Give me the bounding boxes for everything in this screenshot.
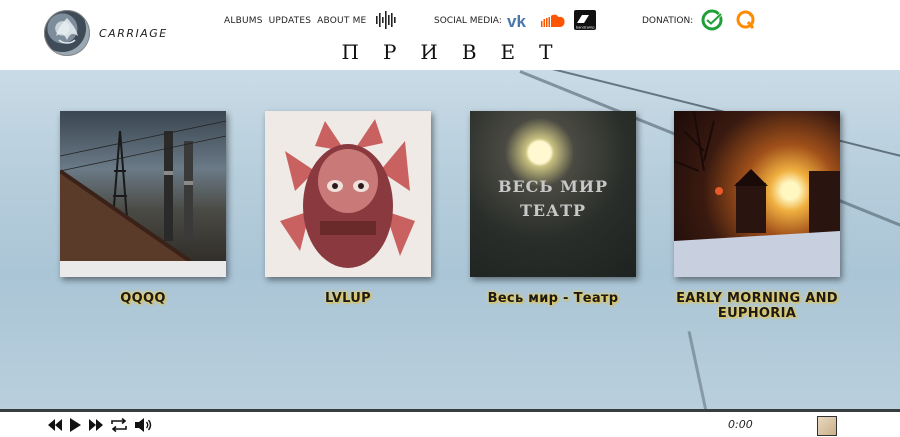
albums-section: QQQQ LVLUP ВЕСЬ МИР ТЕАТР Весь мир - Теа… bbox=[0, 70, 900, 410]
album-title[interactable]: QQQQ bbox=[60, 291, 226, 306]
nav-updates[interactable]: UPDATES bbox=[269, 16, 312, 26]
album-cover-art bbox=[674, 111, 840, 277]
album-title[interactable]: Весь мир - Театр bbox=[470, 291, 636, 306]
audio-player: 0:00 bbox=[0, 409, 900, 437]
qiwi-icon[interactable] bbox=[735, 9, 757, 31]
greeting-title: ПРИВЕТ bbox=[341, 40, 577, 64]
playback-time: 0:00 bbox=[728, 418, 753, 431]
background-wire bbox=[687, 330, 716, 410]
album-card[interactable]: QQQQ bbox=[60, 111, 226, 306]
bandcamp-icon[interactable]: bandcamp bbox=[574, 10, 596, 30]
nav-albums[interactable]: ALBUMS bbox=[224, 16, 263, 26]
social-media-label: SOCIAL MEDIA: bbox=[434, 16, 502, 26]
album-cover-text: ТЕАТР bbox=[519, 201, 587, 220]
album-cover[interactable] bbox=[265, 111, 431, 277]
album-title[interactable]: LVLUP bbox=[265, 291, 431, 306]
vk-icon[interactable]: vk bbox=[506, 9, 534, 31]
album-cover-art bbox=[60, 120, 226, 277]
album-cover[interactable]: ВЕСЬ МИР ТЕАТР bbox=[470, 111, 636, 277]
soundcloud-icon[interactable] bbox=[540, 9, 566, 31]
bandcamp-logo-icon: bandcamp bbox=[576, 15, 595, 30]
svg-text:vk: vk bbox=[507, 12, 526, 31]
audio-wave-icon[interactable] bbox=[375, 9, 397, 31]
album-cover[interactable] bbox=[674, 111, 840, 277]
logo-text[interactable]: CARRIAGE bbox=[99, 27, 168, 40]
album-cover[interactable] bbox=[60, 111, 226, 277]
album-cover-text: ВЕСЬ МИР bbox=[497, 177, 609, 196]
play-icon[interactable] bbox=[68, 418, 82, 432]
nav-about-me[interactable]: ABOUT ME bbox=[317, 16, 366, 26]
album-card[interactable]: ВЕСЬ МИР ТЕАТР Весь мир - Театр bbox=[470, 111, 636, 306]
bandcamp-caption: bandcamp bbox=[576, 26, 595, 30]
previous-icon[interactable] bbox=[47, 418, 63, 432]
repeat-icon[interactable] bbox=[109, 418, 129, 432]
album-title[interactable]: EARLY MORNING AND EUPHORIA bbox=[674, 291, 840, 321]
album-cover-art bbox=[280, 119, 415, 268]
album-card[interactable]: EARLY MORNING AND EUPHORIA bbox=[674, 111, 840, 321]
track-thumbnail[interactable] bbox=[817, 416, 837, 436]
volume-icon[interactable] bbox=[134, 418, 154, 432]
album-card[interactable]: LVLUP bbox=[265, 111, 431, 306]
site-header: CARRIAGE ALBUMS UPDATES ABOUT ME SOCIAL … bbox=[0, 0, 900, 70]
sberbank-icon[interactable] bbox=[700, 9, 724, 31]
main-nav: ALBUMS UPDATES ABOUT ME bbox=[224, 16, 366, 26]
donation-label: DONATION: bbox=[642, 16, 694, 26]
next-icon[interactable] bbox=[88, 418, 104, 432]
